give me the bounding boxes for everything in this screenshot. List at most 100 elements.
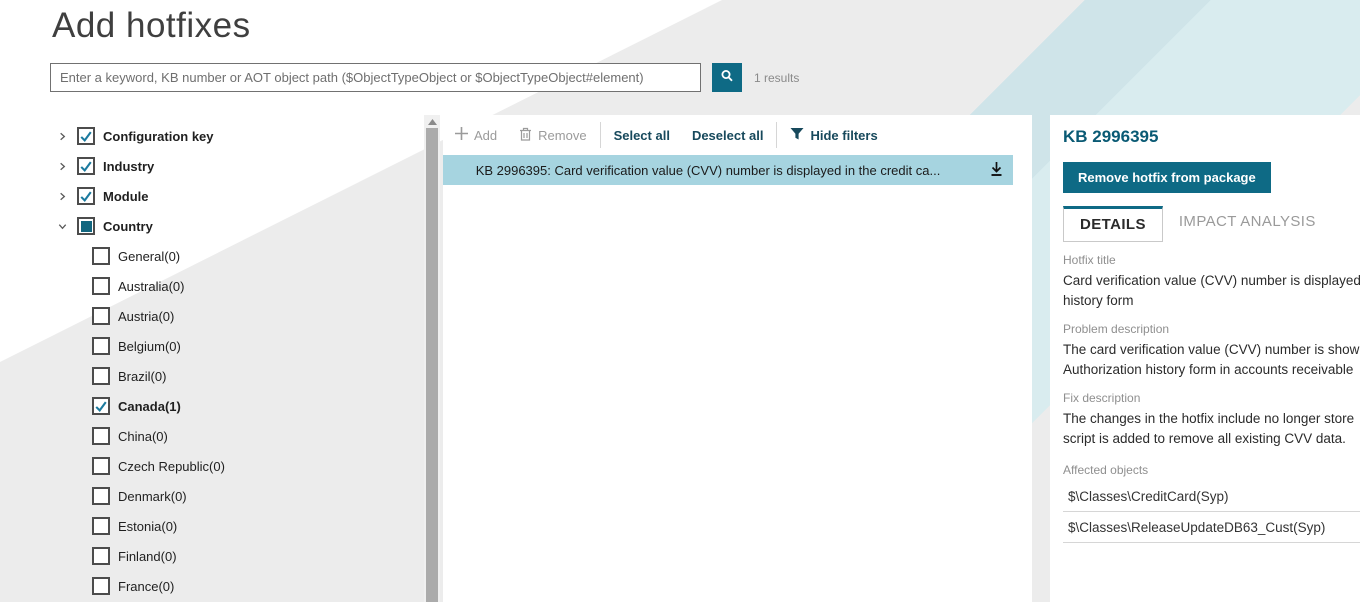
checkbox[interactable] xyxy=(92,457,110,475)
detail-field-label: Problem description xyxy=(1063,322,1360,336)
tree-item-label: Estonia(0) xyxy=(118,519,177,534)
download-arrow-icon[interactable] xyxy=(988,160,1005,183)
detail-field: Problem description The card verificatio… xyxy=(1063,322,1360,380)
result-row-title: KB 2996395: Card verification value (CVV… xyxy=(476,163,981,178)
detail-field-text: The changes in the hotfix include no lon… xyxy=(1063,409,1360,429)
checkbox[interactable] xyxy=(77,217,95,235)
tree-child-row[interactable]: Czech Republic(0) xyxy=(55,451,415,481)
checkbox[interactable] xyxy=(77,127,95,145)
add-button[interactable]: Add xyxy=(455,127,497,143)
tree-item-label: Country xyxy=(103,219,153,234)
checkbox[interactable] xyxy=(77,187,95,205)
select-all-button[interactable]: Select all xyxy=(614,128,670,143)
results-toolbar: Add Remove Select all Deselect all xyxy=(443,115,1032,155)
detail-fields: Hotfix title Card verification value (CV… xyxy=(1063,253,1360,449)
detail-field-text: The card verification value (CVV) number… xyxy=(1063,340,1360,360)
tree-child-row[interactable]: Austria(0) xyxy=(55,301,415,331)
hotfix-detail-panel: KB 2996395 Remove hotfix from package DE… xyxy=(1050,115,1360,602)
tree-child-row[interactable]: Canada(1) xyxy=(55,391,415,421)
tree-parent-row[interactable]: Industry xyxy=(55,151,415,181)
trash-icon xyxy=(519,127,532,144)
tree-item-label: Denmark(0) xyxy=(118,489,187,504)
filter-tree: Configuration key Industry Module Countr… xyxy=(55,121,415,601)
chevron-down-icon[interactable] xyxy=(55,219,69,233)
checkbox[interactable] xyxy=(92,487,110,505)
plus-icon xyxy=(455,127,468,143)
tree-scrollbar[interactable] xyxy=(424,115,440,602)
tree-child-row[interactable]: Denmark(0) xyxy=(55,481,415,511)
checkbox[interactable] xyxy=(92,277,110,295)
tree-item-label: France(0) xyxy=(118,579,174,594)
affected-object-row[interactable]: $\Classes\CreditCard(Syp) xyxy=(1063,481,1360,512)
tab-details[interactable]: DETAILS xyxy=(1063,206,1163,242)
detail-field-text: history form xyxy=(1063,291,1360,311)
tree-parent-row[interactable]: Module xyxy=(55,181,415,211)
select-all-label: Select all xyxy=(614,128,670,143)
detail-field-label: Hotfix title xyxy=(1063,253,1360,267)
search-button[interactable] xyxy=(712,63,742,92)
tree-parent-row[interactable]: Country xyxy=(55,211,415,241)
hide-filters-button[interactable]: Hide filters xyxy=(790,127,877,144)
results-list: KB 2996395: Card verification value (CVV… xyxy=(443,155,1032,185)
checkbox[interactable] xyxy=(77,157,95,175)
tree-item-label: China(0) xyxy=(118,429,168,444)
affected-objects-section: Affected objects $\Classes\CreditCard(Sy… xyxy=(1063,463,1360,543)
detail-field-text: Card verification value (CVV) number is … xyxy=(1063,271,1360,291)
affected-object-row[interactable]: $\Classes\ReleaseUpdateDB63_Cust(Syp) xyxy=(1063,512,1360,543)
checkbox[interactable] xyxy=(92,517,110,535)
detail-field-text: script is added to remove all existing C… xyxy=(1063,429,1360,449)
funnel-icon xyxy=(790,127,804,144)
page-title: Add hotfixes xyxy=(52,6,251,46)
search-input[interactable] xyxy=(50,63,701,92)
chevron-right-icon[interactable] xyxy=(55,129,69,143)
add-button-label: Add xyxy=(474,128,497,143)
checkbox[interactable] xyxy=(92,367,110,385)
triangle-up-icon xyxy=(428,119,437,125)
scroll-up-button[interactable] xyxy=(424,115,440,128)
tree-child-row[interactable]: Estonia(0) xyxy=(55,511,415,541)
tree-child-row[interactable]: France(0) xyxy=(55,571,415,601)
tree-child-row[interactable]: China(0) xyxy=(55,421,415,451)
detail-field: Hotfix title Card verification value (CV… xyxy=(1063,253,1360,311)
tree-item-label: Configuration key xyxy=(103,129,214,144)
deselect-all-button[interactable]: Deselect all xyxy=(692,128,764,143)
detail-field-text: Authorization history form in accounts r… xyxy=(1063,360,1360,380)
detail-field: Fix description The changes in the hotfi… xyxy=(1063,391,1360,449)
checkbox[interactable] xyxy=(92,577,110,595)
chevron-right-icon[interactable] xyxy=(55,189,69,203)
checkbox[interactable] xyxy=(92,337,110,355)
checkbox[interactable] xyxy=(92,427,110,445)
scrollbar-thumb[interactable] xyxy=(426,128,438,602)
tab-impact-analysis[interactable]: IMPACT ANALYSIS xyxy=(1163,206,1332,242)
detail-field-label: Fix description xyxy=(1063,391,1360,405)
remove-button[interactable]: Remove xyxy=(519,127,586,144)
remove-button-label: Remove xyxy=(538,128,586,143)
tree-child-row[interactable]: Brazil(0) xyxy=(55,361,415,391)
tree-parent-row[interactable]: Configuration key xyxy=(55,121,415,151)
detail-tabs: DETAILS IMPACT ANALYSIS xyxy=(1063,206,1360,242)
result-row[interactable]: KB 2996395: Card verification value (CVV… xyxy=(443,155,1013,185)
tree-item-label: Finland(0) xyxy=(118,549,177,564)
toolbar-divider xyxy=(600,122,601,148)
toolbar-divider xyxy=(776,122,777,148)
tree-child-row[interactable]: Finland(0) xyxy=(55,541,415,571)
tree-item-label: Belgium(0) xyxy=(118,339,181,354)
results-count: 1 results xyxy=(754,71,799,85)
tree-item-label: Canada(1) xyxy=(118,399,181,414)
checkbox[interactable] xyxy=(92,307,110,325)
checkbox[interactable] xyxy=(92,547,110,565)
tree-child-row[interactable]: Australia(0) xyxy=(55,271,415,301)
tree-item-label: Brazil(0) xyxy=(118,369,166,384)
remove-hotfix-button[interactable]: Remove hotfix from package xyxy=(1063,162,1271,193)
chevron-right-icon[interactable] xyxy=(55,159,69,173)
results-panel: Add Remove Select all Deselect all xyxy=(443,115,1032,602)
tree-child-row[interactable]: Belgium(0) xyxy=(55,331,415,361)
checkbox[interactable] xyxy=(92,247,110,265)
checkbox[interactable] xyxy=(92,397,110,415)
tree-item-label: Czech Republic(0) xyxy=(118,459,225,474)
hide-filters-label: Hide filters xyxy=(810,128,877,143)
tree-child-row[interactable]: General(0) xyxy=(55,241,415,271)
search-bar: 1 results xyxy=(50,63,799,92)
add-hotfixes-page: Add hotfixes 1 results Configuration key… xyxy=(0,0,1360,602)
tree-item-label: General(0) xyxy=(118,249,180,264)
